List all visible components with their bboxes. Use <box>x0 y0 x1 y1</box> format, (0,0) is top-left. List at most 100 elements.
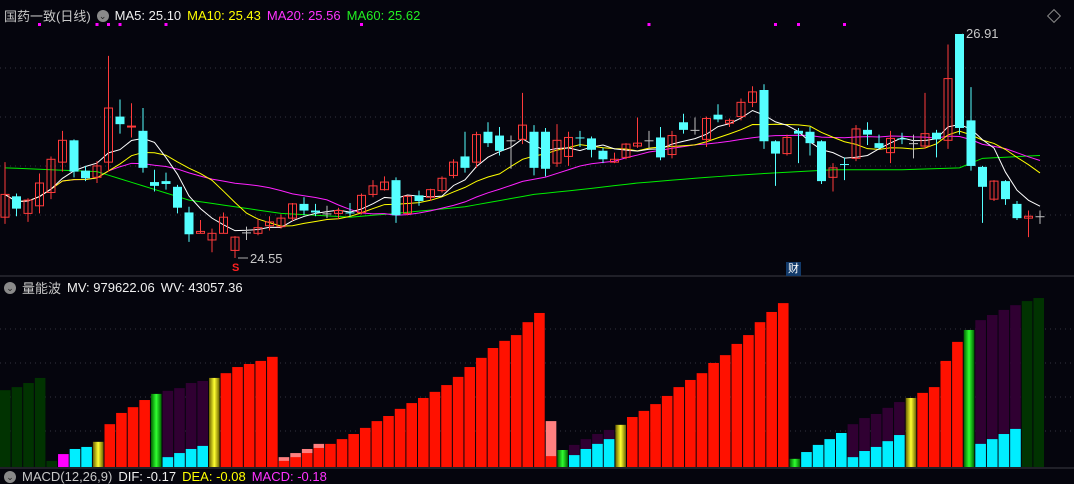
ma5-value: MA5: 25.10 <box>114 8 182 23</box>
candle-body <box>460 156 470 168</box>
candle <box>253 219 263 236</box>
wv-value: WV: 43057.36 <box>160 280 243 295</box>
mv-value: MV: 979622.06 <box>67 280 155 295</box>
volume-bar <box>615 424 626 467</box>
volume-bar-inner <box>847 457 859 467</box>
candle-body <box>909 143 918 145</box>
volume-bar <box>534 312 545 467</box>
candle-body <box>69 140 79 172</box>
candle-body <box>541 131 550 169</box>
volume-bar-inner <box>975 443 986 467</box>
candle <box>437 176 447 193</box>
volume-bar <box>127 407 139 467</box>
candle <box>1012 201 1022 221</box>
price-panel-header: 国药一致(日线) ⌄ MA5: 25.10 MA10: 25.43 MA20: … <box>4 6 420 25</box>
volume-bar-inner <box>185 448 197 467</box>
candle-body <box>138 130 148 168</box>
candle-body <box>817 141 826 182</box>
volume-bar-inner <box>197 445 208 467</box>
volume-bar <box>290 457 301 467</box>
candle-body <box>874 143 884 148</box>
ma20-value: MA20: 25.56 <box>266 8 341 23</box>
candle-body <box>322 213 332 215</box>
candle <box>391 177 401 223</box>
volume-bar <box>522 322 534 467</box>
chevron-down-icon[interactable]: ⌄ <box>4 281 16 294</box>
volume-bar <box>464 367 476 467</box>
volume-bar <box>46 460 58 467</box>
volume-bar <box>418 397 429 467</box>
low-price-label: 24.55 <box>250 251 283 266</box>
candle <box>782 134 792 156</box>
candle-body <box>690 129 700 131</box>
volume-panel-header: ⌄ 量能波 MV: 979622.06 WV: 43057.36 <box>4 278 243 297</box>
candle-body <box>1001 181 1010 200</box>
volume-bar <box>92 441 104 467</box>
volume-bar <box>627 417 638 467</box>
volume-bar <box>58 454 69 467</box>
candle-body <box>644 140 654 142</box>
volume-bar-inner <box>1010 428 1021 467</box>
candle-body <box>115 116 125 125</box>
candle-body <box>495 135 504 151</box>
candle-body <box>12 196 21 209</box>
volume-bar-inner <box>174 453 185 467</box>
volume-bar <box>743 335 754 467</box>
signal-dot <box>843 23 846 26</box>
volume-bar <box>766 311 777 467</box>
candle <box>115 99 125 134</box>
candle-body <box>978 166 987 187</box>
candle <box>656 127 665 161</box>
volume-bar <box>824 439 835 467</box>
chevron-down-icon[interactable]: ⌄ <box>96 9 109 22</box>
candle-body <box>587 138 596 150</box>
candle <box>483 122 493 147</box>
volume-bar <box>510 335 522 467</box>
candle <box>334 207 343 220</box>
high-price-label: 26.91 <box>966 26 999 41</box>
candle <box>0 162 10 224</box>
candle-body <box>897 138 907 140</box>
candle <box>909 134 918 159</box>
signal-dot <box>774 23 777 26</box>
candle <box>759 84 769 149</box>
volume-bar <box>545 456 557 467</box>
candle <box>587 136 596 158</box>
candle <box>368 180 378 198</box>
candle <box>23 198 33 222</box>
s-marker: S <box>232 262 240 274</box>
candle-body <box>759 90 769 142</box>
volume-bar <box>34 377 46 467</box>
volume-bar <box>336 439 348 467</box>
volume-bar <box>371 421 383 467</box>
volume-bar <box>232 367 243 467</box>
volume-bar <box>777 303 789 467</box>
candle <box>184 206 194 242</box>
kline-chart[interactable] <box>0 0 1074 477</box>
candle <box>794 127 803 164</box>
volume-bar-inner <box>592 443 603 467</box>
volume-bar <box>708 362 719 467</box>
candle <box>805 127 815 156</box>
candle <box>736 98 746 121</box>
candle <box>943 44 953 149</box>
candle <box>12 193 21 217</box>
candle <box>897 132 907 145</box>
volume-bar <box>476 357 487 467</box>
finance-badge[interactable]: 财 <box>786 262 801 276</box>
volume-bar-inner <box>859 451 870 467</box>
volume-bar <box>754 322 766 467</box>
volume-bar <box>429 391 441 467</box>
candle <box>1001 180 1010 205</box>
volume-bar <box>104 424 116 467</box>
candle-body <box>966 120 976 166</box>
candle-body <box>656 137 665 158</box>
candle-body <box>794 130 803 134</box>
candle <box>644 130 654 148</box>
candle-body <box>161 181 171 184</box>
candle <box>552 124 562 167</box>
candle <box>460 131 470 173</box>
volume-bar <box>917 392 928 467</box>
volume-bar-inner <box>998 434 1010 467</box>
candle <box>828 163 838 192</box>
